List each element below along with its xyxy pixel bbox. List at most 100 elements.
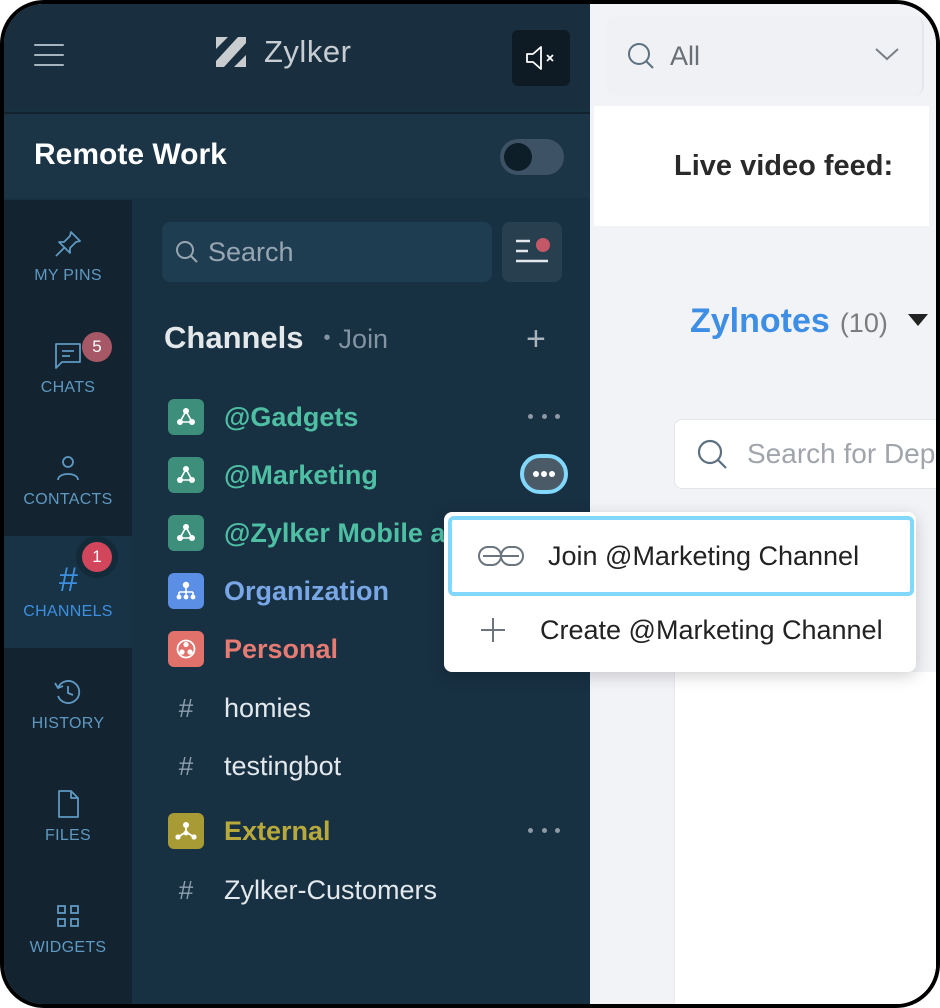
filter-active-dot [536,238,550,252]
rail-item-widgets[interactable]: WIDGETS [4,872,132,984]
hash-icon: # [178,874,194,905]
channel-item[interactable]: External [164,806,584,856]
more-dot-icon [541,413,547,419]
workspace-toggle[interactable] [500,139,564,175]
file-icon [51,787,85,821]
brand: Zylker [214,34,351,70]
more-dot-icon [555,827,560,833]
channel-item[interactable]: # testingbot [164,741,584,791]
channel-name: External [224,815,331,846]
more-dot-icon [533,471,539,477]
department-search-input[interactable]: Search for Dep [674,419,936,489]
rail-item-chats[interactable]: CHATS 5 [4,312,132,424]
section-title: Channels [164,320,304,355]
video-feed-title: Live video feed: [674,150,894,182]
global-search-filter[interactable]: All [606,16,924,96]
channel-name: Zylker-Customers [224,874,438,905]
filter-value: All [670,40,701,71]
more-options-button[interactable] [528,818,560,842]
rail-item-my-pins[interactable]: MY PINS [4,200,132,312]
channel-name: Personal [224,633,339,664]
unread-badge: 5 [82,332,112,362]
join-channel-menu-item[interactable]: Join @Marketing Channel [448,516,914,596]
rail-label: FILES [45,827,91,844]
workspace-header: Remote Work [4,112,590,198]
caret-down-icon [907,314,928,326]
video-feed-card: Live video feed: [594,106,929,226]
top-bar: Zylker [4,4,590,108]
main-pane: All Live video feed: Zylnotes (10) Searc… [590,4,936,1004]
chevron-down-icon [875,48,899,61]
team-channel-icon [168,515,204,551]
team-channel-icon [168,457,204,493]
mute-button[interactable] [512,30,570,86]
more-dot-icon [555,413,560,419]
content-area [674,672,936,1004]
channel-search-input[interactable]: Search [162,222,492,282]
speaker-muted-icon [526,46,554,70]
channel-item[interactable]: # Zylker-Customers [164,865,584,915]
plus-icon [468,616,518,644]
brand-name: Zylker [264,34,352,69]
rail-item-files[interactable]: FILES [4,760,132,872]
channel-name: @Gadgets [224,401,359,432]
left-panel: Zylker Remote Work MY PINS CHATS 5 CONTA… [4,4,590,1004]
more-options-button[interactable] [528,404,560,428]
person-icon [51,451,85,485]
more-dot-icon [549,471,555,477]
nav-rail: MY PINS CHATS 5 CONTACTS # CHANNELS 1 HI… [4,200,132,1004]
grid-icon [51,899,85,933]
search-icon [176,241,198,263]
zylker-logo-icon [216,37,246,67]
menu-icon-line [34,54,64,56]
hash-icon: # [178,750,194,781]
rail-label: HISTORY [31,715,105,732]
workspace-name: Remote Work [34,138,227,171]
menu-icon-line [34,64,64,66]
external-channel-icon [168,813,204,849]
add-channel-button[interactable]: + [526,322,546,356]
menu-item-label: Join @Marketing Channel [548,540,860,571]
more-dot-icon [541,827,547,833]
filter-button[interactable] [502,222,562,282]
rail-label: CONTACTS [23,491,113,508]
more-dot-icon [528,413,533,419]
channel-name: @Marketing [224,459,378,490]
channel-item[interactable]: @Gadgets [164,392,584,442]
channel-name: homies [224,692,312,723]
rail-item-channels[interactable]: # CHANNELS 1 [4,536,132,648]
rail-label: WIDGETS [29,939,107,956]
more-dot-icon [541,471,547,477]
toggle-knob [504,143,532,171]
zylnotes-dropdown[interactable]: Zylnotes (10) [690,302,928,341]
zylnotes-name: Zylnotes [690,302,830,340]
hash-icon: # [178,692,194,723]
team-channel-icon [168,399,204,435]
search-placeholder: Search [208,236,294,267]
unread-badge: 1 [82,542,112,572]
app-window: Zylker Remote Work MY PINS CHATS 5 CONTA… [0,0,940,1008]
filter-icon [516,239,548,263]
search-placeholder: Search for Dep [747,438,936,469]
channel-name: @Zylker Mobile app [224,517,479,548]
rail-label: CHATS [40,379,96,396]
zylnotes-count: (10) [839,308,888,338]
hash-icon: # [58,560,78,599]
rail-label: MY PINS [34,267,102,284]
channel-item[interactable]: # homies [164,683,584,733]
menu-button[interactable] [34,44,64,66]
rail-item-contacts[interactable]: CONTACTS [4,424,132,536]
history-icon [51,675,85,709]
channels-section-header: Channels Join [164,320,388,356]
search-icon [628,43,654,69]
pin-icon [51,227,85,261]
more-dot-icon [528,827,533,833]
channel-item[interactable]: @Marketing [164,450,584,500]
channel-context-menu: Join @Marketing Channel Create @Marketin… [444,512,916,672]
menu-icon-line [34,44,64,46]
more-options-button[interactable] [520,454,568,494]
join-link[interactable]: Join [324,324,389,355]
rail-item-history[interactable]: HISTORY [4,648,132,760]
link-icon [476,545,526,567]
create-channel-menu-item[interactable]: Create @Marketing Channel [444,592,916,668]
